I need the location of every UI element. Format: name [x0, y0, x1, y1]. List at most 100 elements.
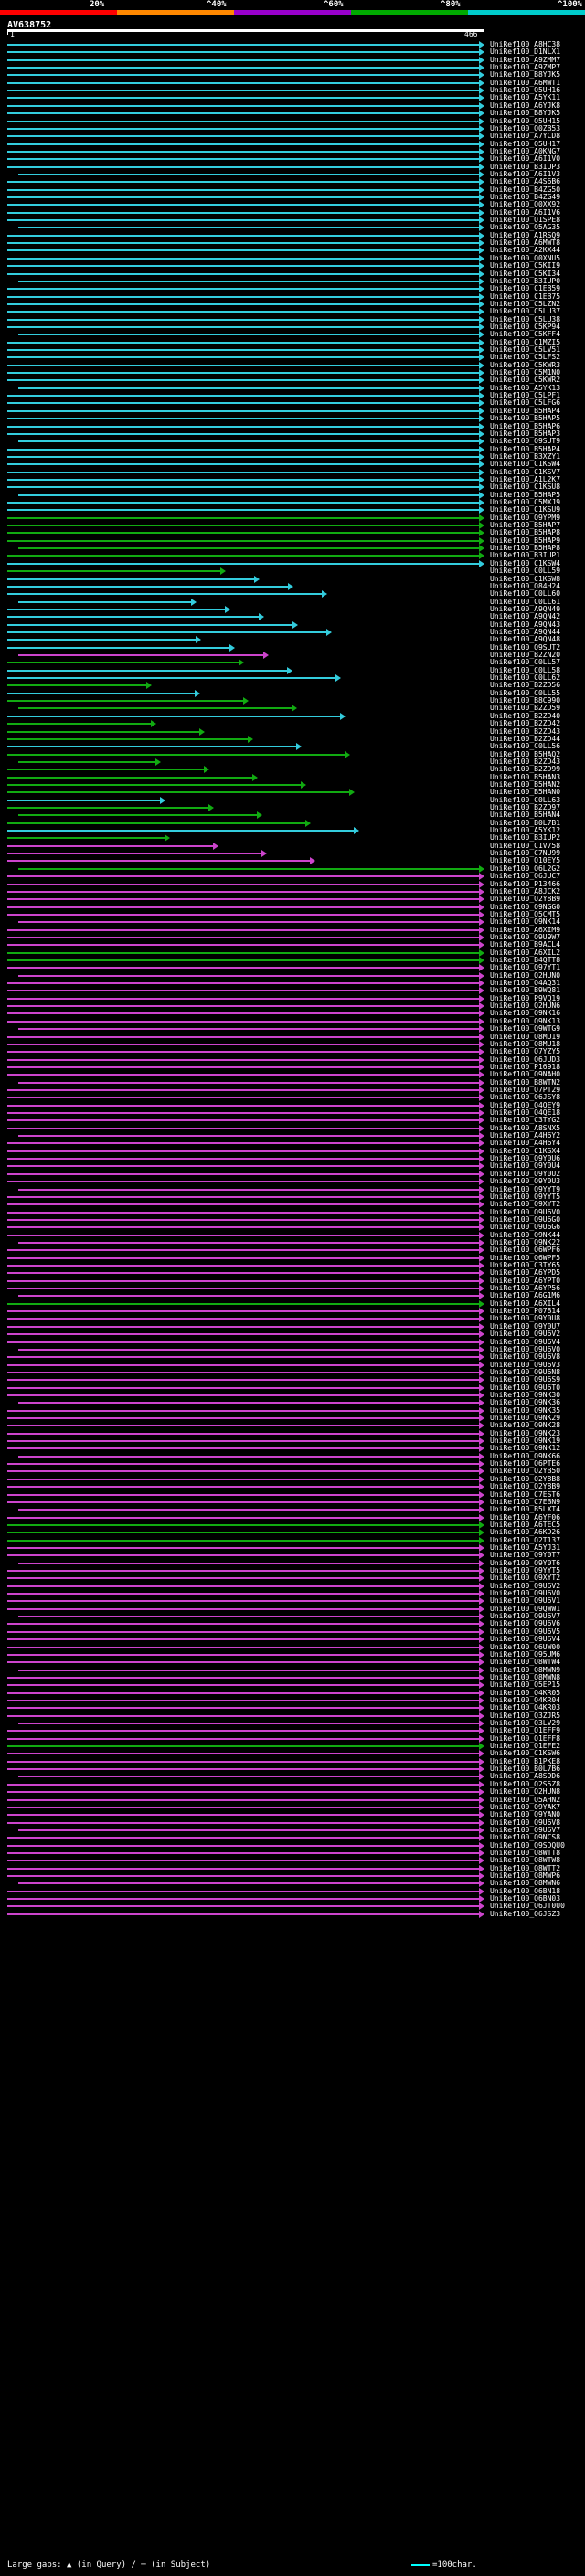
hit-alignment-line[interactable]: [18, 1241, 479, 1244]
hit-alignment-line[interactable]: [7, 502, 479, 504]
hit-alignment-line[interactable]: [7, 1195, 479, 1198]
hit-alignment-line[interactable]: [7, 395, 479, 398]
hit-label[interactable]: UniRef100_A7YCD8: [490, 133, 560, 140]
hit-alignment-line[interactable]: [18, 814, 257, 817]
hit-alignment-line[interactable]: [7, 1676, 479, 1679]
hit-alignment-line[interactable]: [18, 1723, 479, 1724]
hit-alignment-line[interactable]: [7, 1150, 479, 1152]
hit-alignment-line[interactable]: [7, 1226, 479, 1229]
hit-alignment-line[interactable]: [7, 1356, 479, 1359]
hit-alignment-line[interactable]: [7, 311, 479, 313]
hit-alignment-line[interactable]: [7, 1851, 479, 1854]
hit-alignment-line[interactable]: [7, 890, 479, 893]
hit-alignment-line[interactable]: [18, 707, 292, 710]
hit-alignment-line[interactable]: [7, 242, 479, 245]
hit-alignment-line[interactable]: [7, 1486, 479, 1489]
hit-alignment-line[interactable]: [7, 1768, 479, 1771]
hit-alignment-line[interactable]: [18, 921, 479, 924]
hit-alignment-line[interactable]: [7, 1806, 479, 1808]
hit-alignment-line[interactable]: [7, 783, 301, 786]
hit-alignment-line[interactable]: [7, 853, 261, 855]
hit-alignment-line[interactable]: [7, 425, 479, 428]
hit-alignment-line[interactable]: [7, 318, 479, 321]
hit-alignment-line[interactable]: [7, 776, 252, 779]
hit-alignment-line[interactable]: [7, 97, 479, 100]
hit-alignment-line[interactable]: [7, 875, 479, 878]
hit-label[interactable]: UniRef100_C5KII9: [490, 262, 560, 270]
hit-alignment-line[interactable]: [7, 799, 160, 801]
hit-label[interactable]: UniRef100_C0LL59: [490, 567, 560, 575]
hit-alignment-line[interactable]: [7, 1302, 479, 1305]
hit-alignment-line[interactable]: [7, 1409, 479, 1412]
hit-alignment-line[interactable]: [7, 1165, 479, 1168]
hit-alignment-line[interactable]: [7, 662, 239, 664]
hit-alignment-line[interactable]: [7, 1623, 479, 1626]
hit-label[interactable]: UniRef100_Q9U6V2: [490, 1330, 560, 1338]
hit-label[interactable]: UniRef100_B2ZD42: [490, 720, 560, 727]
hit-alignment-line[interactable]: [7, 448, 479, 451]
hit-alignment-line[interactable]: [7, 677, 335, 680]
hit-alignment-line[interactable]: [7, 1607, 479, 1610]
hit-alignment-line[interactable]: [7, 1386, 479, 1389]
hit-alignment-line[interactable]: [18, 1081, 479, 1084]
hit-alignment-line[interactable]: [7, 593, 322, 596]
hit-alignment-line[interactable]: [7, 951, 479, 954]
hit-alignment-line[interactable]: [7, 730, 199, 733]
hit-alignment-line[interactable]: [7, 341, 479, 344]
hit-alignment-line[interactable]: [7, 1012, 479, 1015]
hit-label[interactable]: UniRef100_B5LXT4: [490, 1506, 560, 1513]
hit-alignment-line[interactable]: [7, 700, 243, 703]
hit-alignment-line[interactable]: [7, 1570, 479, 1572]
hit-alignment-line[interactable]: [7, 1181, 479, 1183]
hit-alignment-line[interactable]: [7, 525, 479, 527]
hit-alignment-line[interactable]: [7, 1256, 479, 1259]
hit-label[interactable]: UniRef100_B5HAP5: [490, 415, 560, 422]
hit-alignment-line[interactable]: [7, 67, 479, 69]
hit-alignment-line[interactable]: [7, 1379, 479, 1382]
hit-alignment-line[interactable]: [7, 883, 479, 885]
hit-alignment-line[interactable]: [7, 1234, 479, 1236]
hit-alignment-line[interactable]: [7, 1783, 479, 1786]
hit-alignment-line[interactable]: [7, 1798, 479, 1801]
hit-alignment-line[interactable]: [7, 249, 479, 252]
hit-alignment-line[interactable]: [18, 1295, 479, 1298]
hit-alignment-line[interactable]: [7, 1707, 479, 1710]
hit-alignment-line[interactable]: [7, 234, 479, 237]
hit-alignment-line[interactable]: [7, 623, 292, 626]
hit-alignment-line[interactable]: [7, 379, 479, 382]
hit-alignment-line[interactable]: [7, 928, 479, 931]
hit-alignment-line[interactable]: [7, 769, 204, 771]
hit-alignment-line[interactable]: [18, 173, 479, 175]
hit-alignment-line[interactable]: [7, 737, 248, 740]
hit-alignment-line[interactable]: [7, 471, 479, 473]
hit-label[interactable]: UniRef100_Q6JUC7: [490, 873, 560, 880]
hit-alignment-line[interactable]: [7, 906, 479, 908]
hit-alignment-line[interactable]: [7, 562, 479, 565]
hit-alignment-line[interactable]: [7, 1837, 479, 1839]
hit-alignment-line[interactable]: [7, 1844, 479, 1847]
hit-alignment-line[interactable]: [7, 1516, 479, 1519]
hit-label[interactable]: UniRef100_C0LL60: [490, 590, 560, 598]
hit-alignment-line[interactable]: [7, 1425, 479, 1427]
hit-alignment-line[interactable]: [7, 1249, 479, 1252]
hit-alignment-line[interactable]: [7, 1440, 479, 1443]
hit-alignment-line[interactable]: [7, 112, 479, 115]
hit-alignment-line[interactable]: [7, 982, 479, 985]
hit-alignment-line[interactable]: [7, 1638, 479, 1641]
hit-alignment-line[interactable]: [18, 1669, 479, 1671]
hit-alignment-line[interactable]: [7, 990, 479, 992]
hit-alignment-line[interactable]: [7, 1867, 479, 1870]
hit-alignment-line[interactable]: [7, 1035, 479, 1038]
hit-alignment-line[interactable]: [7, 257, 479, 260]
hit-alignment-line[interactable]: [7, 1394, 479, 1396]
hit-alignment-line[interactable]: [7, 1860, 479, 1862]
hit-alignment-line[interactable]: [7, 364, 479, 366]
hit-alignment-line[interactable]: [7, 44, 479, 46]
hit-alignment-line[interactable]: [18, 1616, 479, 1618]
hit-alignment-line[interactable]: [7, 1097, 479, 1099]
hit-alignment-line[interactable]: [7, 74, 479, 77]
hit-alignment-line[interactable]: [7, 1913, 479, 1915]
hit-alignment-line[interactable]: [7, 58, 479, 61]
hit-alignment-line[interactable]: [7, 356, 479, 359]
hit-alignment-line[interactable]: [7, 1112, 479, 1114]
